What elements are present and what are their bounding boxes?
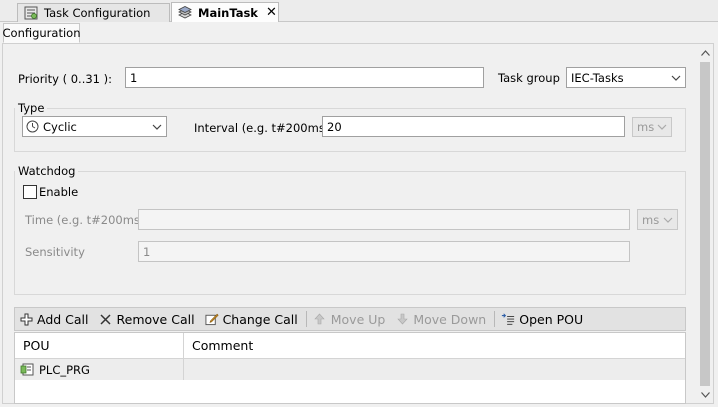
table-row[interactable]: PLC_PRG [15, 359, 685, 380]
toolbar-separator [305, 311, 307, 327]
pou-name: PLC_PRG [39, 362, 90, 377]
type-select[interactable]: Cyclic [22, 116, 167, 137]
task-group-label: Task group [498, 71, 560, 85]
interval-unit-value: ms [637, 120, 655, 134]
open-pou-label: Open POU [519, 311, 584, 327]
scrollbar-thumb[interactable] [700, 62, 710, 386]
edit-icon [205, 312, 219, 326]
tab-label: MainTask [198, 5, 258, 20]
clock-icon [26, 120, 39, 133]
priority-value: 1 [130, 70, 138, 85]
chevron-down-icon [663, 217, 673, 223]
program-icon [20, 363, 34, 376]
tab-maintask[interactable]: MainTask ✕ [171, 2, 279, 22]
change-call-label: Change Call [222, 311, 298, 327]
move-down-label: Move Down [413, 311, 487, 327]
move-up-label: Move Up [330, 311, 386, 327]
open-pou-icon [501, 312, 515, 326]
change-call-button[interactable]: Change Call [205, 312, 298, 327]
task-group-value: IEC-Tasks [571, 70, 624, 85]
arrow-down-icon [395, 312, 409, 326]
interval-value: 20 [327, 119, 342, 134]
comment-cell[interactable] [184, 359, 685, 380]
interval-unit-select[interactable]: ms [632, 117, 672, 137]
enable-checkbox[interactable] [23, 185, 37, 199]
enable-watchdog-option[interactable]: Enable [23, 185, 78, 199]
sensitivity-value: 1 [143, 244, 151, 259]
priority-input[interactable]: 1 [125, 67, 484, 88]
type-value: Cyclic [43, 119, 77, 134]
move-down-button[interactable]: Move Down [395, 312, 486, 327]
task-configuration-icon [24, 6, 38, 20]
add-call-button[interactable]: Add Call [19, 312, 89, 327]
add-icon [19, 312, 33, 326]
tab-configuration[interactable]: Configuration [3, 23, 81, 43]
watchdog-time-unit-select[interactable]: ms [637, 209, 678, 230]
scroll-down-arrow-icon[interactable] [697, 387, 713, 403]
remove-call-button[interactable]: Remove Call [99, 312, 195, 327]
chevron-down-icon [657, 124, 667, 130]
add-call-label: Add Call [37, 311, 89, 327]
sensitivity-input[interactable]: 1 [138, 241, 630, 262]
pou-cell[interactable]: PLC_PRG [15, 359, 184, 380]
tab-label: Task Configuration [44, 6, 151, 20]
table-header: POU Comment [15, 333, 685, 359]
arrow-up-icon [313, 312, 327, 326]
enable-label: Enable [39, 185, 79, 199]
column-header-pou[interactable]: POU [15, 333, 184, 358]
call-table: POU Comment PLC_PRG [14, 332, 686, 404]
sensitivity-label: Sensitivity [25, 245, 85, 259]
close-icon[interactable]: ✕ [266, 6, 277, 19]
interval-input[interactable]: 20 [322, 116, 625, 137]
toolbar-separator [494, 311, 496, 327]
vertical-scrollbar[interactable] [697, 45, 713, 403]
priority-label: Priority ( 0..31 ): [18, 72, 113, 86]
interval-label: Interval (e.g. t#200ms) [194, 121, 330, 135]
chevron-down-icon [152, 124, 162, 130]
task-icon [178, 5, 192, 20]
remove-icon [99, 312, 113, 326]
type-group-title: Type [15, 101, 48, 115]
watchdog-time-unit-value: ms [642, 212, 660, 227]
open-pou-button[interactable]: Open POU [501, 312, 583, 327]
watchdog-time-label: Time (e.g. t#200ms) [25, 213, 145, 227]
chevron-down-icon [671, 75, 681, 81]
task-group-select[interactable]: IEC-Tasks [566, 67, 686, 88]
scroll-up-arrow-icon[interactable] [697, 45, 713, 61]
remove-call-label: Remove Call [116, 311, 195, 327]
call-toolbar: Add Call Remove Call Change Call Move Up… [14, 307, 686, 331]
column-header-comment[interactable]: Comment [184, 333, 685, 358]
move-up-button[interactable]: Move Up [313, 311, 386, 327]
tab-task-configuration[interactable]: Task Configuration [17, 3, 170, 22]
watchdog-group-title: Watchdog [15, 164, 79, 178]
watchdog-time-input[interactable] [138, 209, 630, 230]
